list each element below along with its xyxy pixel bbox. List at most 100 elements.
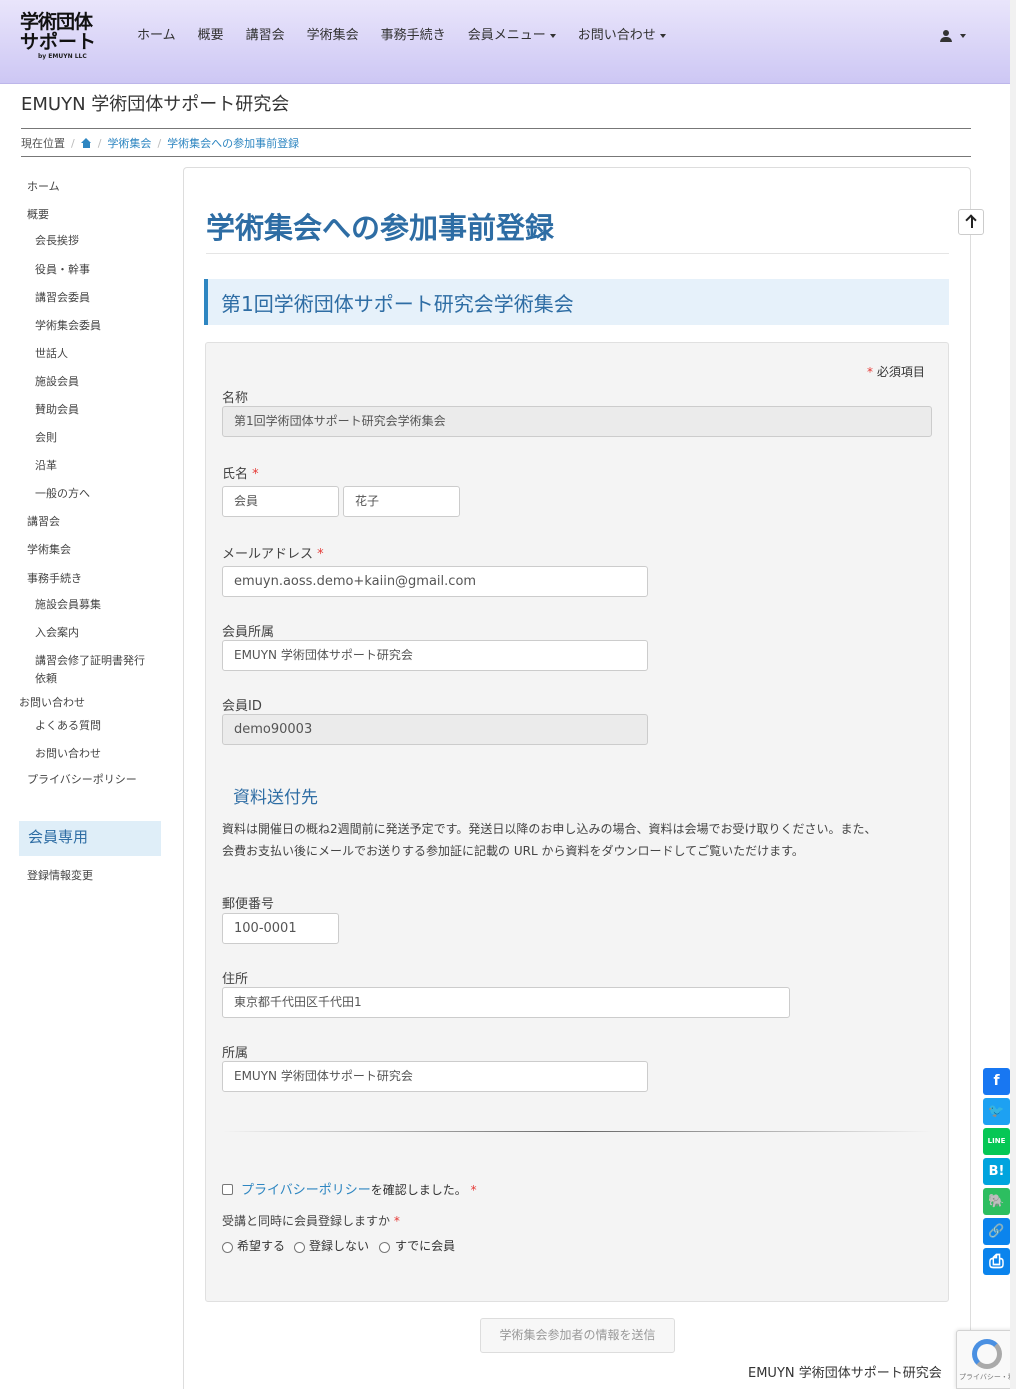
sidebar-item-privacy[interactable]: プライバシーポリシー bbox=[27, 773, 137, 787]
privacy-suffix: を確認しました。 bbox=[370, 1183, 467, 1197]
print-button[interactable]: ⎙ bbox=[983, 1248, 1010, 1275]
register-option-radio-no[interactable] bbox=[294, 1242, 305, 1253]
first-name-field[interactable]: 花子 bbox=[343, 486, 460, 517]
postal-field[interactable]: 100-0001 bbox=[222, 913, 339, 944]
address-label: 住所 bbox=[222, 972, 249, 987]
print-icon: ⎙ bbox=[989, 1251, 1004, 1272]
affiliation-field[interactable]: EMUYN 学術団体サポート研究会 bbox=[222, 640, 648, 671]
privacy-checkbox[interactable] bbox=[222, 1184, 233, 1195]
chevron-down-icon bbox=[960, 33, 966, 38]
sidebar-item-caretakers[interactable]: 世話人 bbox=[35, 347, 68, 361]
name-label: 氏名 * bbox=[222, 463, 259, 482]
recaptcha-icon bbox=[972, 1339, 1002, 1369]
register-option-radio-already[interactable] bbox=[379, 1242, 390, 1253]
sidebar-item-procedures[interactable]: 事務手続き bbox=[27, 572, 82, 586]
chevron-down-icon bbox=[659, 33, 666, 38]
recaptcha-privacy-terms[interactable]: プライバシー・利用規約 bbox=[959, 1372, 1016, 1382]
nav-overview-label: 概要 bbox=[197, 28, 224, 43]
nav-contact-label: お問い合わせ bbox=[577, 28, 656, 43]
logo-line2: サポート bbox=[20, 31, 97, 53]
sidebar-item-conference-committee[interactable]: 学術集会委員 bbox=[35, 319, 101, 333]
twitter-icon: 🐦 bbox=[988, 1104, 1005, 1119]
email-field[interactable]: emuyn.aoss.demo+kaiin@gmail.com bbox=[222, 566, 648, 597]
hatena-share-button[interactable]: B! bbox=[983, 1158, 1010, 1185]
breadcrumb-current[interactable]: 学術集会への参加事前登録 bbox=[167, 135, 299, 151]
facebook-share-button[interactable]: f bbox=[983, 1068, 1010, 1095]
sidebar-item-overview[interactable]: 概要 bbox=[27, 208, 49, 222]
nav-home[interactable]: ホーム bbox=[126, 26, 187, 46]
nav-seminar[interactable]: 講習会 bbox=[235, 26, 296, 46]
back-to-top-button[interactable] bbox=[958, 209, 984, 235]
members-only-heading: 会員専用 bbox=[19, 821, 161, 856]
breadcrumb-conference[interactable]: 学術集会 bbox=[107, 135, 151, 151]
logo-line1: 学術団体 bbox=[20, 11, 93, 33]
nav-procedures[interactable]: 事務手続き bbox=[370, 26, 457, 46]
shipping-notice-line1: 資料は開催日の概ね2週間前に発送予定です。発送日以降のお申し込みの場合、資料は会… bbox=[222, 822, 877, 836]
home-icon[interactable] bbox=[80, 138, 92, 148]
sidebar-item-facility-recruit[interactable]: 施設会員募集 bbox=[35, 598, 101, 612]
twitter-share-button[interactable]: 🐦 bbox=[983, 1098, 1010, 1125]
recaptcha-badge[interactable]: プライバシー・利用規約 bbox=[956, 1330, 1016, 1389]
sidebar-item-inquiry[interactable]: お問い合わせ bbox=[35, 747, 101, 761]
last-name-field[interactable]: 会員 bbox=[222, 486, 339, 517]
sidebar-item-contact[interactable]: お問い合わせ bbox=[19, 696, 85, 710]
sidebar-item-bylaws[interactable]: 会則 bbox=[35, 431, 57, 445]
register-option-radio-hope[interactable] bbox=[222, 1242, 233, 1253]
nav-conference[interactable]: 学術集会 bbox=[296, 26, 370, 46]
sidebar-item-greeting[interactable]: 会長挨拶 bbox=[35, 234, 79, 248]
sidebar-item-public[interactable]: 一般の方へ bbox=[35, 487, 90, 501]
org-field[interactable]: EMUYN 学術団体サポート研究会 bbox=[222, 1061, 648, 1092]
register-question-text: 受講と同時に会員登録しますか bbox=[222, 1214, 391, 1228]
register-option-label-no[interactable]: 登録しない bbox=[309, 1237, 369, 1254]
required-star: * bbox=[393, 1214, 400, 1228]
hatena-bookmark-icon: B! bbox=[988, 1164, 1005, 1179]
address-field[interactable]: 東京都千代田区千代田1 bbox=[222, 987, 790, 1018]
email-label-text: メールアドレス bbox=[222, 547, 314, 562]
member-id-field: demo90003 bbox=[222, 714, 648, 745]
event-name: 第1回学術団体サポート研究会学術集会 bbox=[221, 292, 574, 316]
site-logo[interactable]: 学術団体 サポート by EMUYN LLC bbox=[20, 13, 102, 65]
form-divider bbox=[222, 1131, 932, 1132]
event-label: 名称 bbox=[222, 391, 249, 406]
logo-subtitle: by EMUYN LLC bbox=[38, 53, 87, 60]
sidebar-item-home[interactable]: ホーム bbox=[27, 180, 60, 194]
nav-conference-label: 学術集会 bbox=[306, 28, 359, 43]
nav-overview[interactable]: 概要 bbox=[187, 26, 235, 46]
sidebar-item-profile-edit[interactable]: 登録情報変更 bbox=[27, 869, 93, 883]
sidebar-item-faq[interactable]: よくある質問 bbox=[35, 719, 101, 733]
shipping-heading: 資料送付先 bbox=[233, 788, 318, 808]
copy-link-button[interactable]: 🔗 bbox=[983, 1218, 1010, 1245]
sidebar-item-officers[interactable]: 役員・幹事 bbox=[35, 263, 90, 277]
breadcrumb: 現在位置 / / 学術集会 / 学術集会への参加事前登録 bbox=[21, 135, 299, 151]
nav-member-menu-label: 会員メニュー bbox=[467, 28, 546, 43]
page-scrollbar[interactable] bbox=[1010, 0, 1016, 1389]
sidebar-item-supporting-members[interactable]: 賛助会員 bbox=[35, 403, 79, 417]
sidebar-item-certificate[interactable]: 講習会修了証明書発行 bbox=[35, 654, 145, 668]
required-note-text: 必須項目 bbox=[876, 365, 925, 379]
evernote-share-button[interactable]: 🐘 bbox=[983, 1188, 1010, 1215]
user-menu[interactable] bbox=[940, 26, 966, 46]
chevron-down-icon bbox=[549, 33, 556, 38]
event-banner: 第1回学術団体サポート研究会学術集会 bbox=[204, 279, 949, 325]
sidebar-item-history[interactable]: 沿革 bbox=[35, 459, 57, 473]
sidebar-item-seminar-committee[interactable]: 講習会委員 bbox=[35, 291, 90, 305]
submit-button[interactable]: 学術集会参加者の情報を送信 bbox=[480, 1318, 675, 1353]
sidebar-item-join-guide[interactable]: 入会案内 bbox=[35, 626, 79, 640]
nav-contact[interactable]: お問い合わせ bbox=[567, 26, 677, 46]
nav-member-menu[interactable]: 会員メニュー bbox=[457, 26, 567, 46]
register-option-label-hope[interactable]: 希望する bbox=[237, 1237, 285, 1254]
required-star: * bbox=[867, 365, 873, 379]
sidebar-item-conference[interactable]: 学術集会 bbox=[27, 543, 71, 557]
sidebar-item-facility-members[interactable]: 施設会員 bbox=[35, 375, 79, 389]
footer-site-name: EMUYN 学術団体サポート研究会 bbox=[748, 1366, 942, 1381]
sidebar-item-seminar[interactable]: 講習会 bbox=[27, 515, 60, 529]
sidebar-item-certificate-cont[interactable]: 依頼 bbox=[35, 672, 57, 686]
line-share-button[interactable]: LINE bbox=[983, 1128, 1010, 1155]
required-star: * bbox=[470, 1183, 477, 1197]
privacy-policy-link[interactable]: プライバシーポリシー bbox=[241, 1183, 371, 1198]
required-note: * 必須項目 bbox=[867, 363, 925, 380]
register-option-label-already[interactable]: すでに会員 bbox=[395, 1237, 455, 1254]
required-star: * bbox=[317, 547, 324, 562]
register-question: 受講と同時に会員登録しますか * bbox=[222, 1212, 400, 1229]
site-title: EMUYN 学術団体サポート研究会 bbox=[21, 94, 290, 115]
